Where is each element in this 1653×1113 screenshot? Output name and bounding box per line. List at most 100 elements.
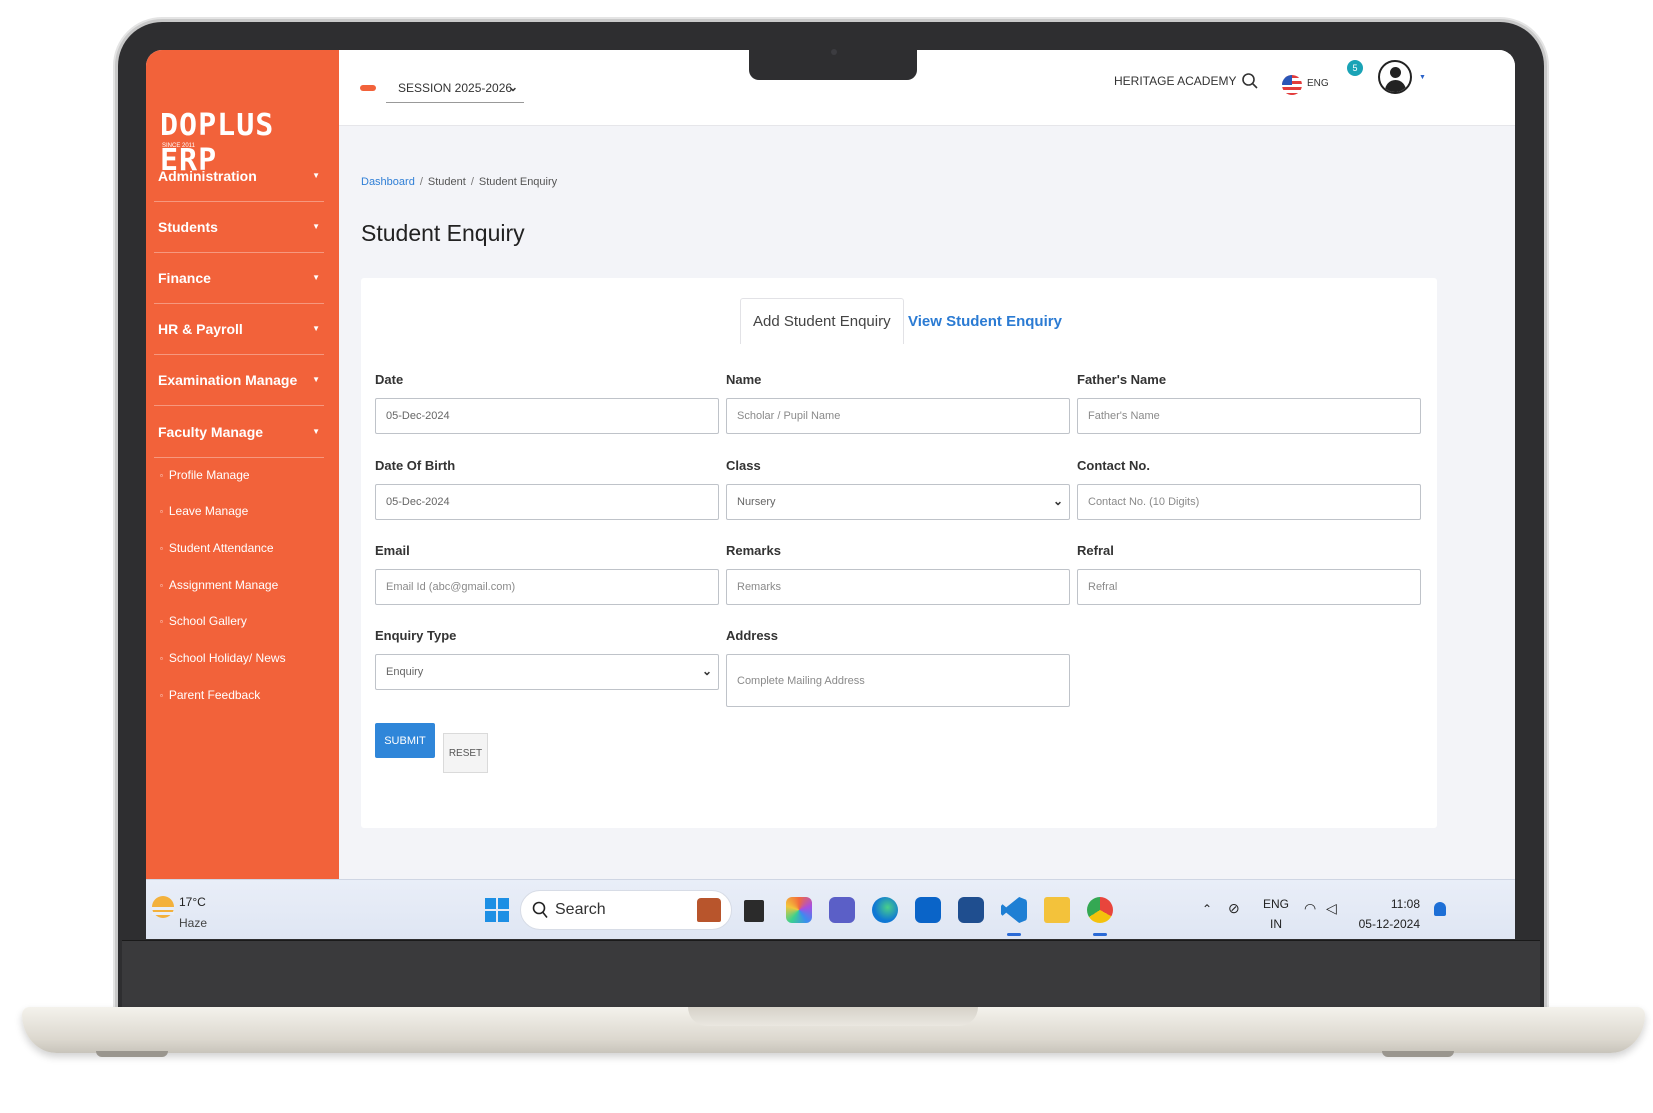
submenu-item-school-holiday-news[interactable]: ▫ School Holiday/ News — [160, 651, 286, 665]
enquiry-type-label: Enquiry Type — [375, 628, 457, 643]
email-label: Email — [375, 543, 410, 558]
tray-overflow-chevron-icon[interactable]: ⌃ — [1202, 902, 1212, 916]
breadcrumb-dashboard-link[interactable]: Dashboard — [361, 176, 415, 188]
caret-down-icon: ▼ — [312, 171, 320, 180]
chevron-down-icon: ⌄ — [1052, 494, 1063, 508]
bullet-icon: ▫ — [160, 616, 163, 626]
sidebar-item-label: Administration — [158, 167, 257, 184]
remarks-placeholder: Remarks — [737, 581, 782, 593]
weather-icon[interactable] — [152, 896, 174, 918]
bullet-icon: ▫ — [160, 690, 163, 700]
chrome-running-indicator — [1093, 933, 1107, 936]
outlook-icon[interactable] — [915, 897, 941, 923]
reset-button[interactable]: RESET — [443, 733, 488, 773]
microsoft-store-icon[interactable] — [958, 897, 984, 923]
address-placeholder: Complete Mailing Address — [737, 674, 865, 687]
address-textarea[interactable]: Complete Mailing Address — [726, 654, 1070, 707]
refral-field[interactable]: Refral — [1077, 569, 1421, 605]
bullet-icon: ▫ — [160, 470, 163, 480]
weather-condition[interactable]: Haze — [179, 916, 207, 930]
father-name-placeholder: Father's Name — [1088, 410, 1160, 422]
caret-down-icon[interactable]: ▼ — [1419, 74, 1426, 81]
tab-view-student-enquiry[interactable]: View Student Enquiry — [896, 298, 1074, 344]
laptop-foot — [1382, 1051, 1454, 1057]
search-highlight-icon — [697, 898, 721, 922]
submit-button[interactable]: SUBMIT — [375, 723, 435, 758]
session-select[interactable]: SESSION 2025-2026 ⌄ — [386, 73, 524, 103]
enquiry-type-select[interactable]: Enquiry ⌄ — [375, 654, 719, 690]
dob-label: Date Of Birth — [375, 458, 456, 473]
session-value: SESSION 2025-2026 — [398, 80, 513, 95]
email-field[interactable]: Email Id (abc@gmail.com) — [375, 569, 719, 605]
submenu-item-school-gallery[interactable]: ▫ School Gallery — [160, 614, 247, 628]
chevron-down-icon: ⌄ — [701, 664, 712, 678]
sidebar-item-finance[interactable]: Finance ▼ — [154, 252, 324, 304]
volume-icon[interactable]: ◁ — [1326, 900, 1344, 918]
teams-icon[interactable] — [829, 897, 855, 923]
sidebar-item-examination-manage[interactable]: Examination Manage ▼ — [154, 354, 324, 406]
name-placeholder: Scholar / Pupil Name — [737, 410, 841, 422]
language-label[interactable]: ENG — [1307, 78, 1329, 89]
clock-time: 11:08 — [1390, 897, 1420, 911]
name-field[interactable]: Scholar / Pupil Name — [726, 398, 1070, 434]
address-label: Address — [726, 628, 779, 643]
network-off-icon[interactable]: ⊘ — [1228, 900, 1246, 918]
file-explorer-icon[interactable] — [1044, 897, 1070, 923]
system-clock[interactable]: 11:08 05-12-2024 — [1358, 894, 1420, 934]
sidebar-item-students[interactable]: Students ▼ — [154, 201, 324, 253]
enquiry-type-value: Enquiry — [386, 666, 424, 678]
input-language-indicator[interactable]: ENG IN — [1263, 894, 1289, 934]
task-view-icon[interactable] — [744, 900, 764, 922]
submenu-item-student-attendance[interactable]: ▫ Student Attendance — [160, 541, 274, 555]
submenu-item-parent-feedback[interactable]: ▫ Parent Feedback — [160, 688, 260, 702]
top-header: SESSION 2025-2026 ⌄ HERITAGE ACADEMY ENG… — [339, 50, 1515, 126]
weather-temperature[interactable]: 17°C — [179, 895, 206, 909]
sidebar-item-label: HR & Payroll — [158, 320, 243, 337]
enquiry-form-card: Add Student Enquiry View Student Enquiry… — [361, 278, 1437, 828]
vscode-running-indicator — [1007, 933, 1021, 936]
date-field[interactable]: 05-Dec-2024 — [375, 398, 719, 434]
user-avatar[interactable] — [1378, 60, 1412, 94]
copilot-icon[interactable] — [786, 897, 812, 923]
vscode-icon[interactable] — [1001, 897, 1027, 923]
laptop-base-groove — [688, 1007, 978, 1026]
sidebar-item-administration[interactable]: Administration ▼ — [154, 150, 324, 202]
caret-down-icon: ▼ — [312, 427, 320, 436]
contact-field[interactable]: Contact No. (10 Digits) — [1077, 484, 1421, 520]
sidebar: DOPLUS ERP SINCE 2011 Administration ▼ S… — [146, 50, 339, 879]
submenu-item-profile-manage[interactable]: ▫ Profile Manage — [160, 468, 250, 482]
search-icon[interactable] — [1241, 72, 1259, 90]
school-name: HERITAGE ACADEMY — [1114, 74, 1237, 88]
dob-field[interactable]: 05-Dec-2024 — [375, 484, 719, 520]
submenu-item-leave-manage[interactable]: ▫ Leave Manage — [160, 504, 248, 518]
remarks-field[interactable]: Remarks — [726, 569, 1070, 605]
camera-icon — [831, 49, 837, 55]
caret-down-icon: ▼ — [312, 375, 320, 384]
taskbar-search-label: Search — [555, 901, 606, 918]
taskbar-search[interactable]: Search — [520, 890, 732, 930]
sidebar-toggle-button[interactable] — [360, 85, 376, 91]
sidebar-item-hr-payroll[interactable]: HR & Payroll ▼ — [154, 303, 324, 355]
notification-bell-icon[interactable] — [1434, 902, 1446, 916]
remarks-label: Remarks — [726, 543, 781, 558]
submenu-item-assignment-manage[interactable]: ▫ Assignment Manage — [160, 578, 278, 592]
sidebar-item-faculty-manage[interactable]: Faculty Manage ▼ — [154, 406, 324, 458]
bullet-icon: ▫ — [160, 543, 163, 553]
father-name-field[interactable]: Father's Name — [1077, 398, 1421, 434]
class-select[interactable]: Nursery ⌄ — [726, 484, 1070, 520]
breadcrumb-student-link[interactable]: Student — [428, 176, 466, 188]
submenu-item-label: Leave Manage — [168, 504, 249, 518]
notification-badge[interactable]: 5 — [1347, 60, 1363, 76]
tab-add-student-enquiry[interactable]: Add Student Enquiry — [740, 298, 904, 344]
chrome-icon[interactable] — [1087, 897, 1113, 923]
wifi-icon[interactable]: ◠ — [1304, 900, 1322, 918]
input-language-top: ENG — [1263, 897, 1290, 911]
name-label: Name — [726, 372, 762, 387]
windows-start-icon[interactable] — [485, 898, 509, 922]
us-flag-icon[interactable] — [1282, 75, 1302, 95]
contact-placeholder: Contact No. (10 Digits) — [1088, 496, 1200, 508]
sidebar-item-label: Students — [158, 218, 218, 235]
laptop-foot — [96, 1051, 168, 1057]
contact-label: Contact No. — [1077, 458, 1150, 473]
edge-browser-icon[interactable] — [872, 897, 898, 923]
